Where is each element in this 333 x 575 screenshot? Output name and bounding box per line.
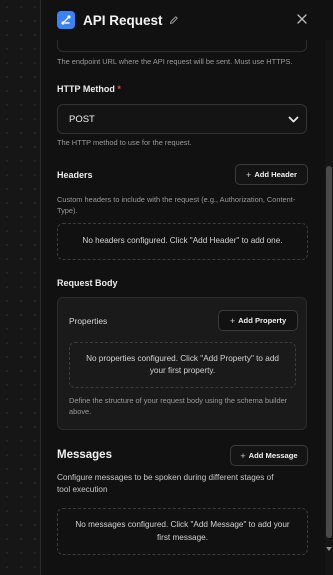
request-body-label: Request Body xyxy=(57,278,118,288)
scrollbar-thumb[interactable] xyxy=(326,166,332,538)
plus-icon: + xyxy=(240,450,246,461)
scroll-down-arrow-icon[interactable] xyxy=(326,547,332,551)
http-method-label: HTTP Method * xyxy=(57,84,121,94)
plus-icon: + xyxy=(229,315,236,326)
request-body-schema-builder: Properties + Add Property No properties … xyxy=(57,297,307,430)
panel-header: API Request xyxy=(41,0,333,40)
tool-config-panel: The endpoint URL where the API request w… xyxy=(40,0,333,575)
add-header-button[interactable]: + Add Header xyxy=(235,164,308,185)
chevron-down-icon xyxy=(288,115,299,127)
panel-title: API Request xyxy=(83,12,163,28)
headers-label: Headers xyxy=(57,170,93,180)
properties-empty-state: No properties configured. Click "Add Pro… xyxy=(69,342,296,388)
pencil-icon[interactable] xyxy=(169,15,179,25)
properties-label: Properties xyxy=(69,316,108,326)
http-method-value: POST xyxy=(69,113,95,125)
http-method-select[interactable]: POST xyxy=(57,104,307,134)
messages-help-text: Configure messages to be spoken during d… xyxy=(57,473,274,494)
webhook-icon xyxy=(57,11,75,29)
add-property-button[interactable]: + Add Property xyxy=(218,310,298,331)
close-icon[interactable] xyxy=(296,13,308,25)
messages-heading: Messages xyxy=(57,449,112,461)
add-message-button[interactable]: + Add Message xyxy=(230,445,308,466)
headers-help-text: Custom headers to include with the reque… xyxy=(57,195,296,215)
http-method-help-text: The HTTP method to use for the request. xyxy=(57,138,192,147)
plus-icon: + xyxy=(246,169,252,180)
scrollbar[interactable] xyxy=(325,0,333,575)
request-body-help-text: Define the structure of your request bod… xyxy=(69,396,288,416)
messages-empty-state: No messages configured. Click "Add Messa… xyxy=(57,508,308,555)
url-help-text: The endpoint URL where the API request w… xyxy=(57,57,293,66)
headers-empty-state: No headers configured. Click "Add Header… xyxy=(57,223,308,260)
